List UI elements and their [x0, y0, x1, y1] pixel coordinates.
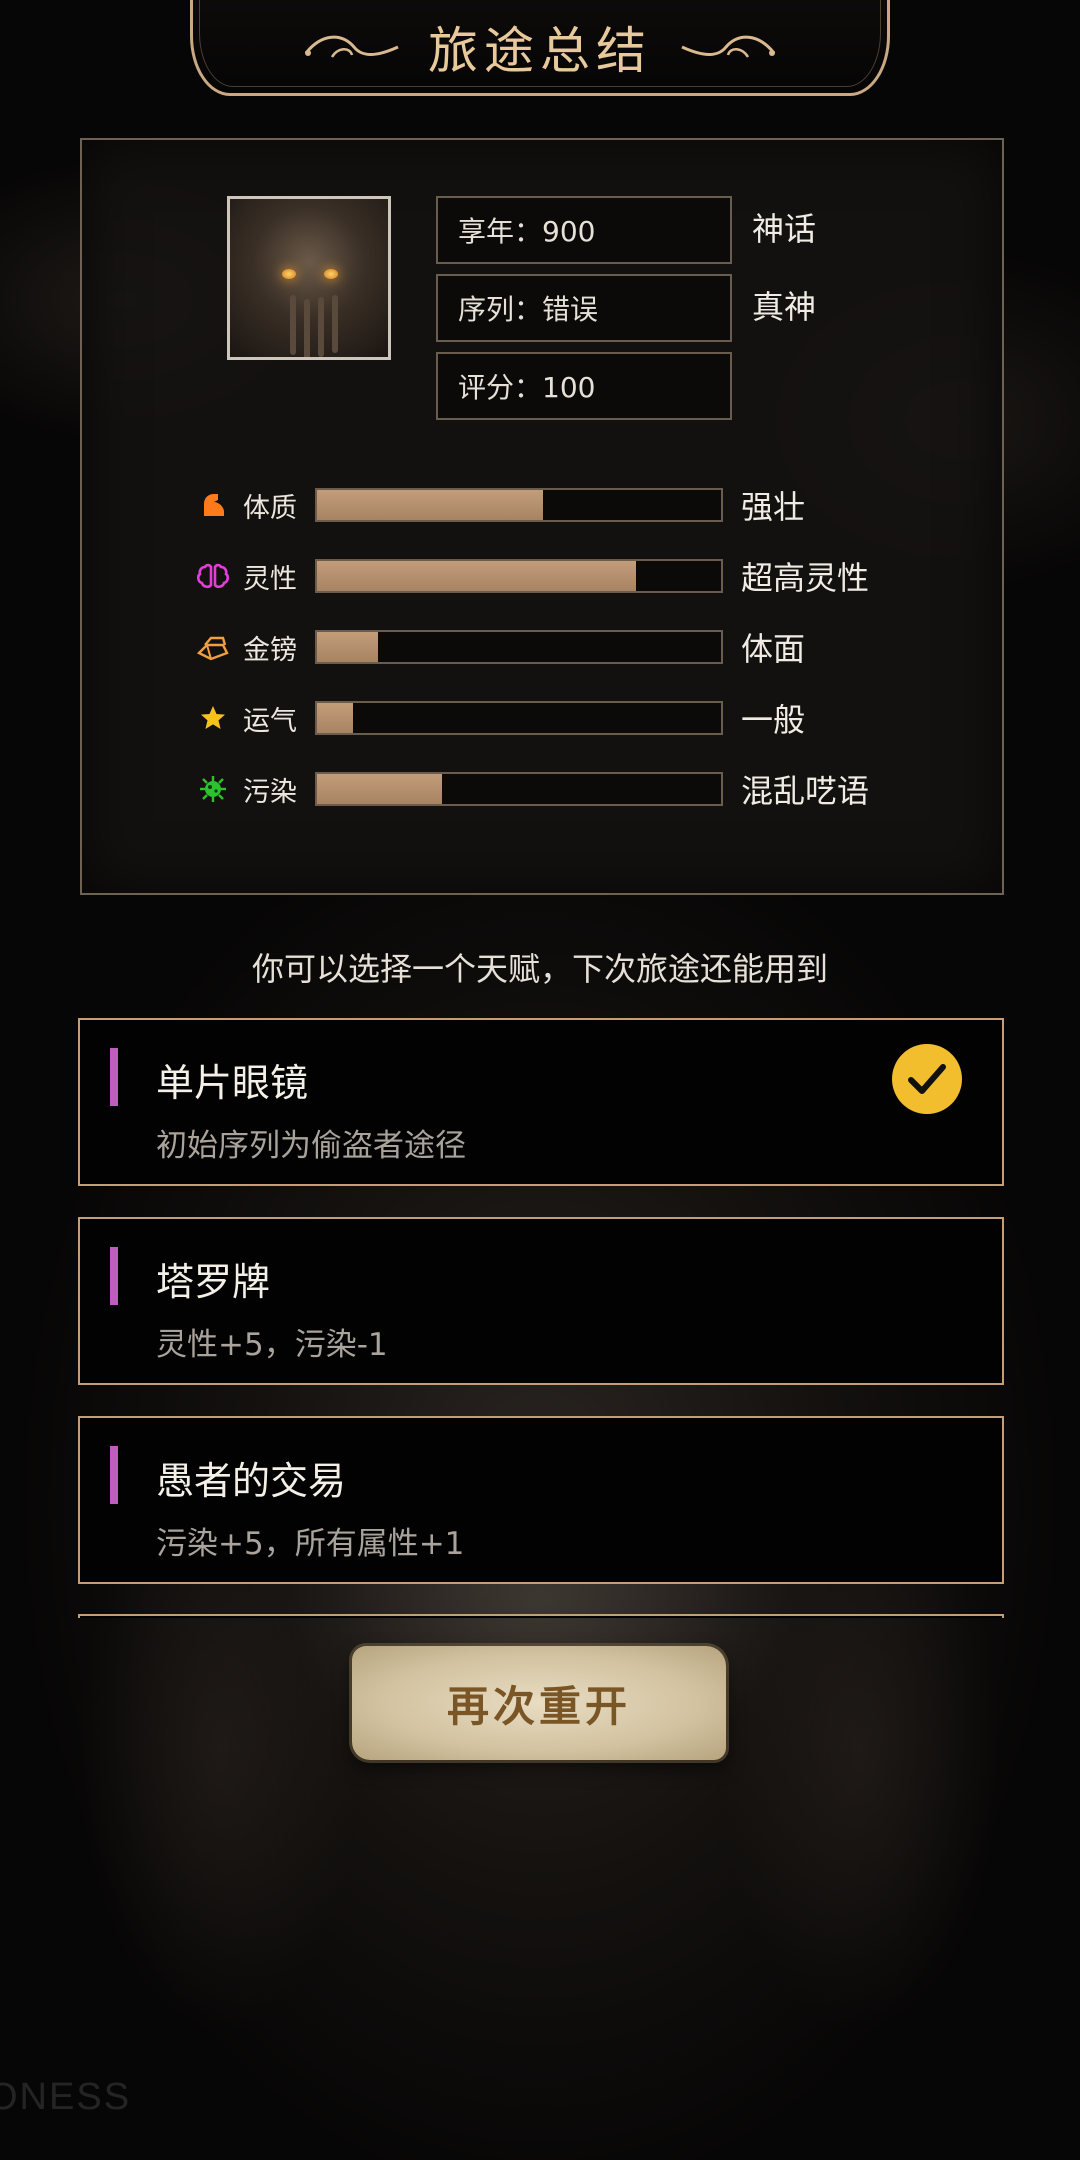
- gold-bars-icon: [197, 631, 229, 663]
- age-tag: 神话: [752, 210, 817, 248]
- talent-card-monocle[interactable]: 单片眼镜 初始序列为偷盗者途径: [78, 1018, 1004, 1186]
- restart-button[interactable]: 再次重开: [352, 1646, 726, 1760]
- talent-card-partial[interactable]: [78, 1614, 1004, 1618]
- stat-fill: [317, 774, 443, 804]
- portrait-tentacle: [290, 295, 296, 355]
- stat-desc: 混乱呓语: [741, 772, 870, 810]
- stat-desc: 体面: [741, 630, 806, 668]
- stat-bar: [315, 488, 723, 522]
- talent-list[interactable]: 单片眼镜 初始序列为偷盗者途径 塔罗牌 灵性+5，污染-1 愚者的交易 污染+5…: [78, 1018, 1004, 1618]
- talent-card-fools-deal[interactable]: 愚者的交易 污染+5，所有属性+1: [78, 1416, 1004, 1584]
- stat-label: 污染: [243, 776, 297, 808]
- portrait-tentacle: [304, 299, 310, 357]
- stat-row-luck: 运气 一般: [197, 698, 897, 739]
- summary-panel: 享年：900 神话 序列：错误 真神 评分：100 体质 强壮 灵性 超高灵性 …: [80, 138, 1004, 895]
- watermark: ONESS: [0, 2076, 132, 2118]
- stat-fill: [317, 490, 544, 520]
- stat-fill: [317, 561, 637, 591]
- flourish-left-icon: [304, 35, 399, 58]
- star-icon: [197, 702, 229, 734]
- stat-row-spirituality: 灵性 超高灵性: [197, 556, 897, 597]
- virus-icon: [197, 773, 229, 805]
- brain-icon: [197, 560, 229, 592]
- portrait-tentacle: [332, 295, 338, 353]
- talent-desc: 灵性+5，污染-1: [156, 1327, 388, 1363]
- check-icon: [892, 1044, 962, 1114]
- talent-card-tarot[interactable]: 塔罗牌 灵性+5，污染-1: [78, 1217, 1004, 1385]
- stat-fill: [317, 632, 378, 662]
- portrait-eye-left: [282, 269, 296, 279]
- stat-desc: 强壮: [741, 488, 806, 526]
- sequence-tag: 真神: [752, 288, 817, 326]
- stat-label: 金镑: [243, 634, 297, 666]
- talent-accent-bar: [110, 1048, 118, 1106]
- arm-icon: [197, 489, 229, 521]
- sequence-box: 序列：错误: [436, 274, 732, 342]
- talent-accent-bar: [110, 1247, 118, 1305]
- title-plaque: 旅途总结: [190, 0, 890, 96]
- portrait-eye-right: [324, 269, 338, 279]
- talent-desc: 污染+5，所有属性+1: [156, 1526, 465, 1562]
- talent-name: 单片眼镜: [156, 1061, 309, 1105]
- talent-desc: 初始序列为偷盗者途径: [156, 1128, 466, 1164]
- stat-label: 运气: [243, 705, 297, 737]
- score-box: 评分：100: [436, 352, 732, 420]
- talent-prompt: 你可以选择一个天赋，下次旅途还能用到: [251, 950, 828, 988]
- stat-row-corruption: 污染 混乱呓语: [197, 769, 897, 810]
- stat-bar: [315, 630, 723, 664]
- talent-accent-bar: [110, 1446, 118, 1504]
- stat-label: 体质: [243, 492, 297, 524]
- stat-bar: [315, 559, 723, 593]
- stat-row-constitution: 体质 强壮: [197, 485, 897, 526]
- character-portrait: [227, 196, 391, 360]
- stat-desc: 超高灵性: [741, 559, 870, 597]
- talent-name: 愚者的交易: [156, 1459, 347, 1503]
- flourish-right-icon: [681, 35, 776, 58]
- stat-bar: [315, 772, 723, 806]
- age-box: 享年：900: [436, 196, 732, 264]
- stat-label: 灵性: [243, 563, 297, 595]
- stat-bar: [315, 701, 723, 735]
- restart-button-label: 再次重开: [446, 1681, 631, 1731]
- page-title: 旅途总结: [428, 22, 652, 80]
- talent-name: 塔罗牌: [156, 1260, 271, 1304]
- stat-row-money: 金镑 体面: [197, 627, 897, 668]
- portrait-tentacle: [318, 297, 324, 357]
- stat-desc: 一般: [741, 701, 806, 739]
- stat-fill: [317, 703, 354, 733]
